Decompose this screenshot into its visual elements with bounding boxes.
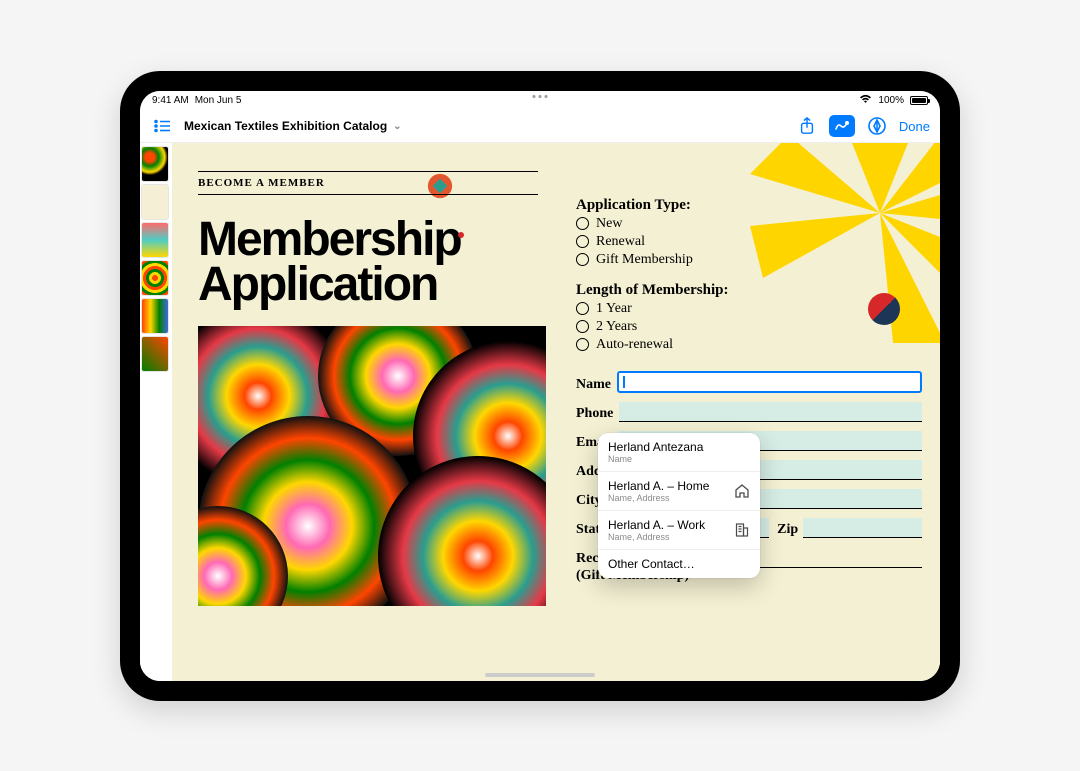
autofill-title: Herland A. – Work: [608, 518, 705, 532]
autofill-suggestion[interactable]: Herland A. – Work Name, Address: [598, 511, 760, 550]
home-indicator[interactable]: [485, 673, 595, 677]
autofill-title: Herland Antezana: [608, 440, 703, 454]
autofill-sub: Name, Address: [608, 532, 705, 542]
page-thumbnail[interactable]: [142, 299, 168, 333]
autofill-sub: Name, Address: [608, 493, 709, 503]
page-thumbnail[interactable]: [142, 261, 168, 295]
autofill-suggestion[interactable]: Herland Antezana Name: [598, 433, 760, 472]
autofill-title: Herland A. – Home: [608, 479, 709, 493]
ipad-screen: 9:41 AM Mon Jun 5 100% Mexican Textiles …: [140, 91, 940, 681]
status-bar: 9:41 AM Mon Jun 5 100%: [140, 91, 940, 111]
ipad-device-frame: 9:41 AM Mon Jun 5 100% Mexican Textiles …: [120, 71, 960, 701]
doc-left-column: BECOME A MEMBER Membership Application: [198, 171, 558, 606]
building-icon: [734, 522, 750, 538]
autofill-other-label: Other Contact…: [608, 557, 695, 571]
radio-icon: [576, 302, 589, 315]
page-title: Membership Application: [198, 217, 558, 308]
autofill-sub: Name: [608, 454, 703, 464]
name-label: Name: [576, 377, 611, 393]
radio-icon: [576, 338, 589, 351]
page-thumbnails: [140, 143, 172, 681]
battery-icon: [910, 96, 928, 105]
done-button[interactable]: Done: [899, 119, 930, 134]
share-button[interactable]: [795, 114, 819, 138]
markup-button[interactable]: [829, 115, 855, 137]
radio-new[interactable]: New: [576, 216, 922, 232]
page-thumbnail[interactable]: [142, 185, 168, 219]
content-area: BECOME A MEMBER Membership Application: [140, 143, 940, 681]
document-title: Mexican Textiles Exhibition Catalog: [184, 119, 387, 133]
app-toolbar: Mexican Textiles Exhibition Catalog ⌄ Do…: [140, 111, 940, 143]
autofill-other-contact[interactable]: Other Contact…: [598, 550, 760, 578]
zip-field[interactable]: [803, 518, 922, 538]
document-title-dropdown[interactable]: Mexican Textiles Exhibition Catalog ⌄: [184, 119, 402, 133]
page-thumbnail[interactable]: [142, 337, 168, 371]
page-thumbnail[interactable]: [142, 147, 168, 181]
radio-1year[interactable]: 1 Year: [576, 301, 922, 317]
name-field[interactable]: [617, 371, 922, 393]
autofill-popover: Herland Antezana Name Herland A. – Home …: [598, 433, 760, 578]
textile-artwork: [198, 326, 546, 606]
phone-label: Phone: [576, 406, 613, 422]
zip-label: Zip: [777, 522, 798, 538]
autofill-suggestion[interactable]: Herland A. – Home Name, Address: [598, 472, 760, 511]
page-thumbnail[interactable]: [142, 223, 168, 257]
radio-icon: [576, 320, 589, 333]
phone-field[interactable]: [619, 402, 922, 422]
document-page: BECOME A MEMBER Membership Application: [172, 143, 940, 681]
search-or-pen-button[interactable]: [865, 114, 889, 138]
length-heading: Length of Membership:: [576, 282, 922, 299]
radio-icon: [576, 253, 589, 266]
radio-gift[interactable]: Gift Membership: [576, 252, 922, 268]
chevron-down-icon: ⌄: [393, 121, 401, 132]
wifi-icon: [859, 94, 872, 107]
sidebar-toggle-icon[interactable]: [150, 114, 174, 138]
home-icon: [734, 483, 750, 499]
multitask-dots[interactable]: [533, 95, 548, 98]
application-type-heading: Application Type:: [576, 197, 922, 214]
radio-autorenewal[interactable]: Auto-renewal: [576, 337, 922, 353]
radio-2years[interactable]: 2 Years: [576, 319, 922, 335]
radio-icon: [576, 217, 589, 230]
status-time: 9:41 AM: [152, 95, 189, 106]
radio-renewal[interactable]: Renewal: [576, 234, 922, 250]
become-member-heading: BECOME A MEMBER: [198, 171, 538, 195]
radio-icon: [576, 235, 589, 248]
battery-percent: 100%: [878, 95, 904, 106]
status-date: Mon Jun 5: [195, 95, 242, 106]
